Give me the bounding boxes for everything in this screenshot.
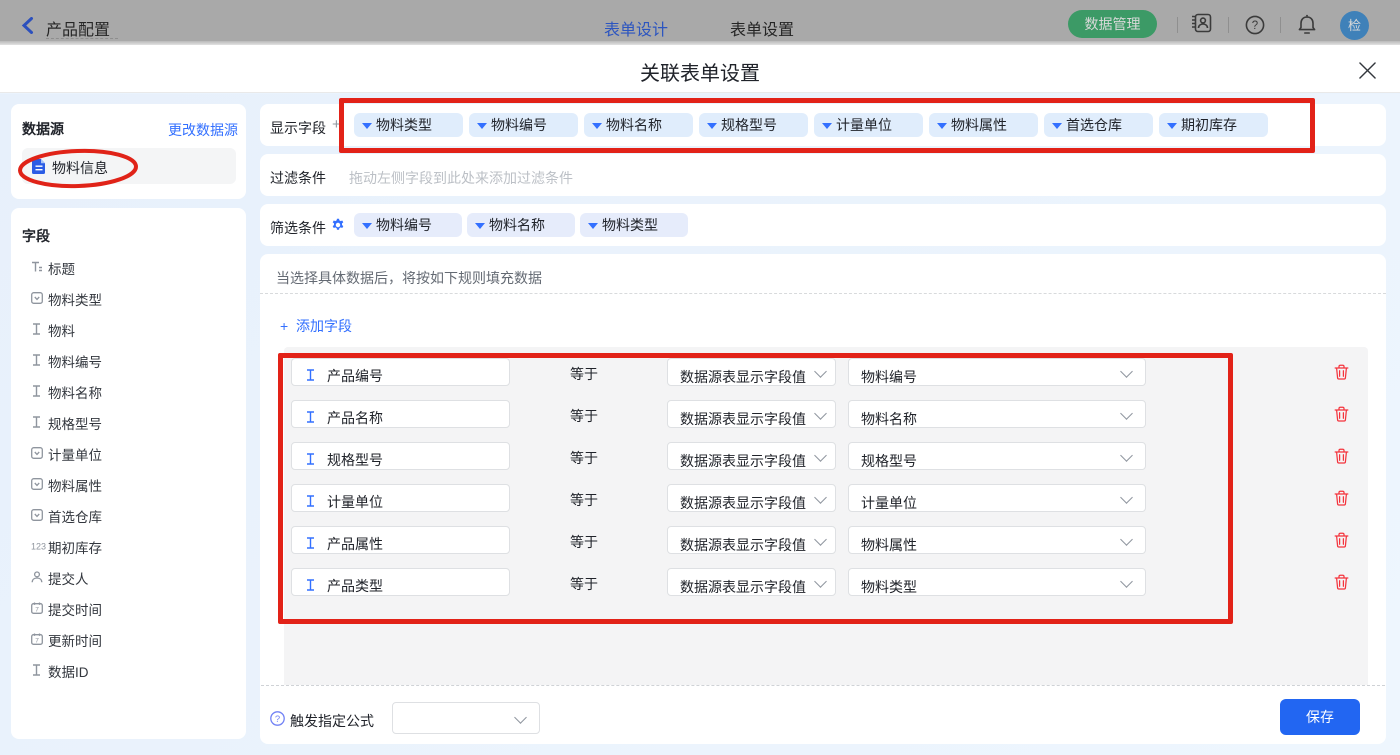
svg-text:?: ? — [1252, 20, 1258, 32]
svg-text:123: 123 — [31, 542, 46, 552]
svg-text:7: 7 — [35, 637, 39, 644]
svg-text:?: ? — [275, 714, 280, 725]
svg-text:7: 7 — [35, 606, 39, 613]
